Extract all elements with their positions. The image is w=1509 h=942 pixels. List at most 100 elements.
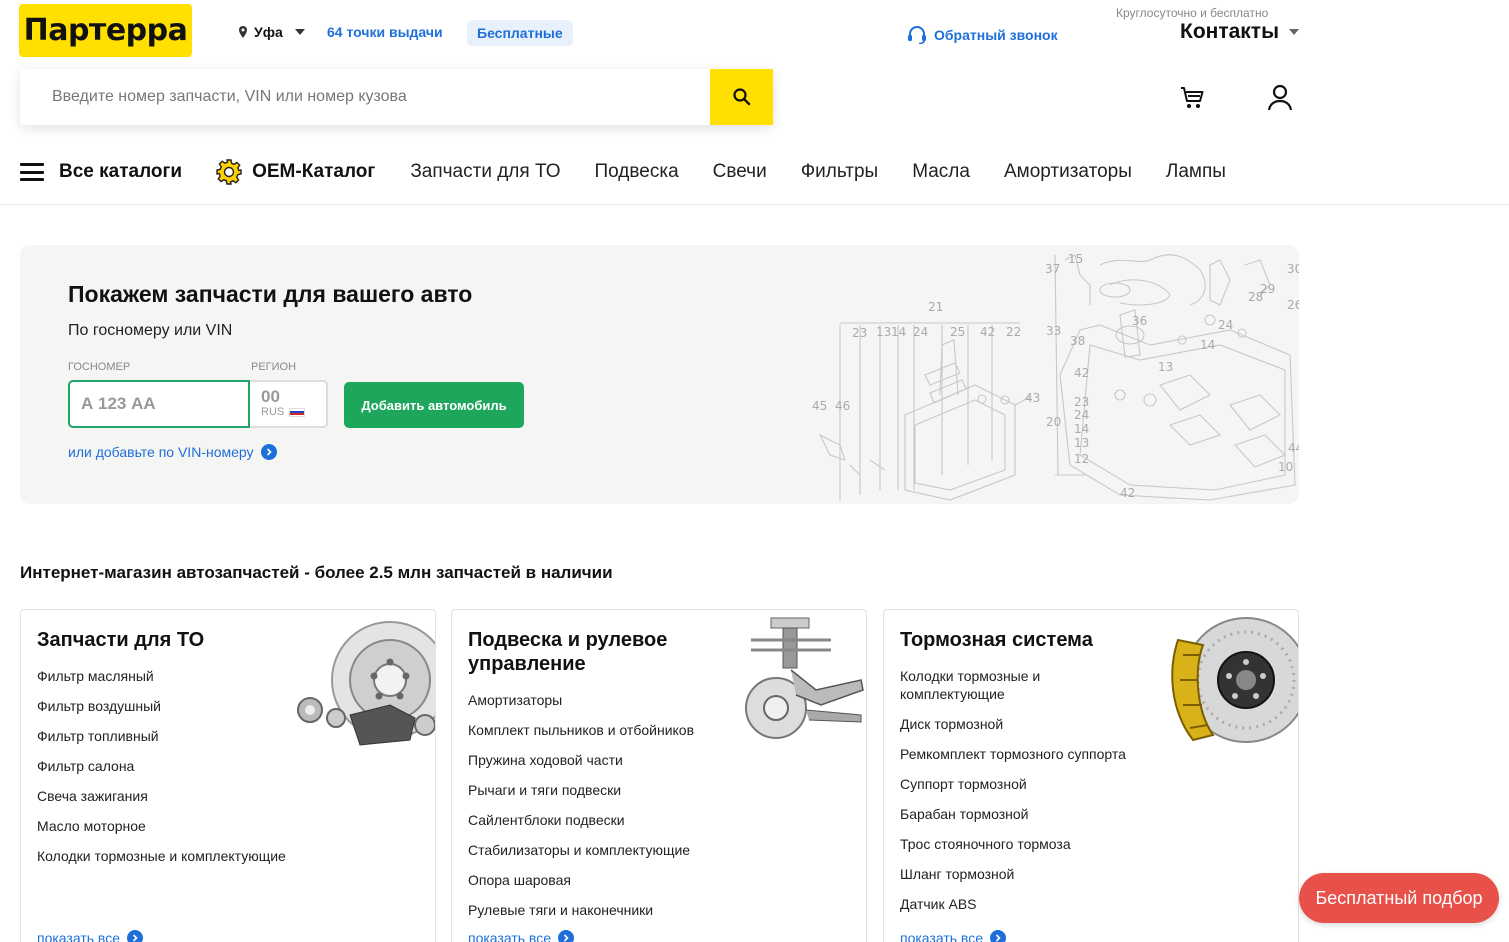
- callback-link[interactable]: Обратный звонок: [907, 26, 1058, 44]
- list-item[interactable]: Фильтр салона: [37, 757, 286, 775]
- region-country: RUS: [261, 406, 285, 418]
- brake-caliper-image: [1171, 617, 1298, 743]
- free-delivery-badge: Бесплатные: [467, 20, 573, 46]
- card-list: Колодки тормозные и комплектующие Диск т…: [900, 667, 1160, 925]
- list-item[interactable]: Свеча зажигания: [37, 787, 286, 805]
- svg-text:13: 13: [876, 325, 891, 339]
- list-item[interactable]: Шланг тормозной: [900, 865, 1160, 883]
- garage-block: Покажем запчасти для вашего авто По госн…: [20, 245, 1299, 504]
- svg-text:24: 24: [1218, 318, 1233, 332]
- region-label: РЕГИОН: [251, 361, 297, 373]
- svg-text:14: 14: [1200, 338, 1215, 352]
- list-item[interactable]: Комплект пыльников и отбойников: [468, 721, 694, 739]
- city-selector[interactable]: Уфа: [238, 24, 305, 40]
- list-item[interactable]: Сайлентблоки подвески: [468, 811, 694, 829]
- nav-item-shocks[interactable]: Амортизаторы: [1004, 161, 1132, 183]
- svg-text:13: 13: [1158, 360, 1173, 374]
- svg-text:28: 28: [1248, 290, 1263, 304]
- cart-icon[interactable]: [1178, 83, 1206, 111]
- contacts-dropdown[interactable]: Контакты: [1180, 20, 1300, 44]
- svg-text:36: 36: [1132, 314, 1147, 328]
- chevron-right-icon: [127, 930, 143, 942]
- nav-item-plugs[interactable]: Свечи: [713, 161, 767, 183]
- svg-text:15: 15: [1068, 252, 1083, 266]
- list-item[interactable]: Барабан тормозной: [900, 805, 1160, 823]
- nav-item-to[interactable]: Запчасти для ТО: [410, 161, 560, 183]
- nav-item-filters[interactable]: Фильтры: [801, 161, 878, 183]
- svg-text:13: 13: [1074, 436, 1089, 450]
- search-button[interactable]: [710, 69, 773, 125]
- list-item[interactable]: Ремкомплект тормозного суппорта: [900, 745, 1160, 763]
- search-icon: [732, 88, 750, 106]
- main-nav: Все каталоги ОЕМ-Каталог Запчасти для ТО…: [20, 155, 1260, 189]
- card-title[interactable]: Подвеска и рулевое управление: [468, 628, 698, 676]
- plate-input[interactable]: [70, 382, 248, 426]
- vin-link[interactable]: или добавьте по VIN-номеру: [68, 444, 277, 460]
- svg-text:20: 20: [1046, 415, 1061, 429]
- pickup-points-link[interactable]: 64 точки выдачи: [327, 24, 443, 40]
- svg-text:21: 21: [928, 300, 943, 314]
- section-title: Интернет-магазин автозапчастей - более 2…: [20, 563, 613, 582]
- search-input[interactable]: [20, 69, 710, 125]
- chevron-down-icon: [1289, 29, 1300, 35]
- oem-catalog-link[interactable]: ОЕМ-Каталог: [216, 159, 375, 185]
- svg-text:43: 43: [1025, 391, 1040, 405]
- svg-text:46: 46: [835, 399, 850, 413]
- list-item[interactable]: Датчик ABS: [900, 895, 1160, 913]
- free-selection-button[interactable]: Бесплатный подбор: [1299, 873, 1499, 923]
- nav-item-lamps[interactable]: Лампы: [1166, 161, 1226, 183]
- list-item[interactable]: Фильтр масляный: [37, 667, 286, 685]
- show-all-label: показать все: [900, 930, 983, 942]
- list-item[interactable]: Фильтр воздушный: [37, 697, 286, 715]
- svg-text:14: 14: [1074, 422, 1089, 436]
- category-card-to: Запчасти для ТО Фильтр масляный Фильтр в…: [20, 609, 436, 942]
- all-catalogs-link[interactable]: Все каталоги: [59, 161, 182, 183]
- list-item[interactable]: Фильтр топливный: [37, 727, 286, 745]
- plate-field: [68, 380, 250, 428]
- list-item[interactable]: Опора шаровая: [468, 871, 694, 889]
- chevron-right-icon: [558, 930, 574, 942]
- chevron-right-icon: [990, 930, 1006, 942]
- list-item[interactable]: Трос стояночного тормоза: [900, 835, 1160, 853]
- svg-text:30: 30: [1287, 262, 1299, 276]
- list-item[interactable]: Рулевые тяги и наконечники: [468, 901, 694, 919]
- list-item[interactable]: Колодки тормозные и комплектующие: [900, 667, 1080, 703]
- oem-catalog-label: ОЕМ-Каталог: [252, 161, 376, 182]
- card-title[interactable]: Тормозная система: [900, 628, 1093, 652]
- region-value: 00: [261, 387, 280, 406]
- show-all-link[interactable]: показать все: [37, 930, 143, 942]
- svg-text:37: 37: [1045, 262, 1060, 276]
- svg-text:42: 42: [1074, 366, 1089, 380]
- list-item[interactable]: Суппорт тормозной: [900, 775, 1160, 793]
- garage-subtitle: По госномеру или VIN: [68, 322, 233, 339]
- svg-text:33: 33: [1046, 324, 1061, 338]
- card-title[interactable]: Запчасти для ТО: [37, 628, 204, 652]
- nav-item-oils[interactable]: Масла: [912, 161, 970, 183]
- list-item[interactable]: Стабилизаторы и комплектующие: [468, 841, 694, 859]
- list-item[interactable]: Колодки тормозные и комплектующие: [37, 847, 286, 865]
- city-name: Уфа: [254, 24, 283, 40]
- category-card-brakes: Тормозная система Колодки тормозные и ко…: [883, 609, 1299, 942]
- svg-text:42: 42: [980, 325, 995, 339]
- list-item[interactable]: Пружина ходовой части: [468, 751, 694, 769]
- show-all-link[interactable]: показать все: [900, 930, 1006, 942]
- list-item[interactable]: Масло моторное: [37, 817, 286, 835]
- svg-text:10: 10: [1278, 460, 1293, 474]
- svg-text:12: 12: [1074, 452, 1089, 466]
- add-car-button[interactable]: Добавить автомобиль: [344, 382, 524, 428]
- user-icon[interactable]: [1266, 83, 1294, 111]
- region-field[interactable]: 00 RUS: [250, 380, 328, 428]
- menu-icon[interactable]: [20, 163, 44, 181]
- list-item[interactable]: Диск тормозной: [900, 715, 1160, 733]
- list-item[interactable]: Амортизаторы: [468, 691, 694, 709]
- svg-text:24: 24: [1074, 408, 1089, 422]
- russia-flag-icon: [289, 407, 306, 417]
- search-bar: [20, 69, 773, 125]
- show-all-label: показать все: [468, 930, 551, 942]
- nav-divider: [0, 204, 1509, 205]
- list-item[interactable]: Рычаги и тяги подвески: [468, 781, 694, 799]
- show-all-link[interactable]: показать все: [468, 930, 574, 942]
- nav-item-suspension[interactable]: Подвеска: [595, 161, 679, 183]
- contacts-note: Круглосуточно и бесплатно: [1116, 6, 1269, 20]
- site-logo[interactable]: Партерра: [19, 4, 192, 57]
